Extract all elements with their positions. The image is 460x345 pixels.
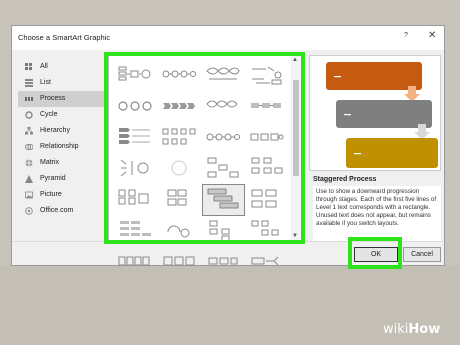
category-label: Pyramid [40,175,66,182]
layout-thumbnail[interactable] [245,246,289,277]
category-list: All List Process Cycle Hierarchy Relatio… [18,59,104,219]
layout-thumbnail[interactable] [157,246,201,277]
help-button[interactable]: ? [404,32,408,39]
office-icon [25,207,33,215]
picture-icon [25,191,33,199]
layout-name: Staggered Process [313,176,377,183]
highlight-gallery [104,52,305,244]
category-hierarchy[interactable]: Hierarchy [18,123,104,139]
category-label: Picture [40,191,62,198]
dialog-title: Choose a SmartArt Graphic [18,33,111,42]
category-label: Matrix [40,159,60,166]
category-list[interactable]: List [18,75,104,91]
category-pyramid[interactable]: Pyramid [18,171,104,187]
category-label: Office.com [40,207,74,214]
highlight-ok-button [348,237,402,269]
layout-thumbnail[interactable] [201,246,245,277]
matrix-icon [25,159,33,167]
all-icon [25,63,33,71]
watermark-prefix: wiki [383,322,409,337]
watermark-suffix: How [408,322,441,337]
category-label: Hierarchy [40,127,70,134]
category-label: Relationship [40,143,79,150]
relationship-icon [25,143,33,151]
category-label: List [40,79,51,86]
title-bar: Choose a SmartArt Graphic ? ✕ [12,26,444,50]
layout-thumbnail[interactable] [113,246,157,277]
hierarchy-icon [25,127,33,135]
list-icon [25,79,33,87]
layout-description: Use to show a downward progression throu… [313,186,441,241]
category-label: All [40,63,48,70]
category-office-com[interactable]: Office.com [18,203,104,219]
cancel-button[interactable]: Cancel [403,247,441,262]
category-relationship[interactable]: Relationship [18,139,104,155]
category-matrix[interactable]: Matrix [18,155,104,171]
category-process[interactable]: Process [18,91,104,107]
category-label: Cycle [40,111,58,118]
preview-bullet [344,114,351,116]
pyramid-icon [25,175,33,183]
preview-bullet [334,76,341,78]
preview-bullet [354,153,361,155]
process-icon [25,95,33,103]
wikihow-watermark: wikiHow [383,322,440,337]
layout-preview [309,55,441,171]
category-cycle[interactable]: Cycle [18,107,104,123]
category-all[interactable]: All [18,59,104,75]
staggered-process-preview [326,62,438,168]
category-label: Process [40,95,66,102]
category-picture[interactable]: Picture [18,187,104,203]
cycle-icon [25,111,33,119]
close-button[interactable]: ✕ [428,30,436,41]
